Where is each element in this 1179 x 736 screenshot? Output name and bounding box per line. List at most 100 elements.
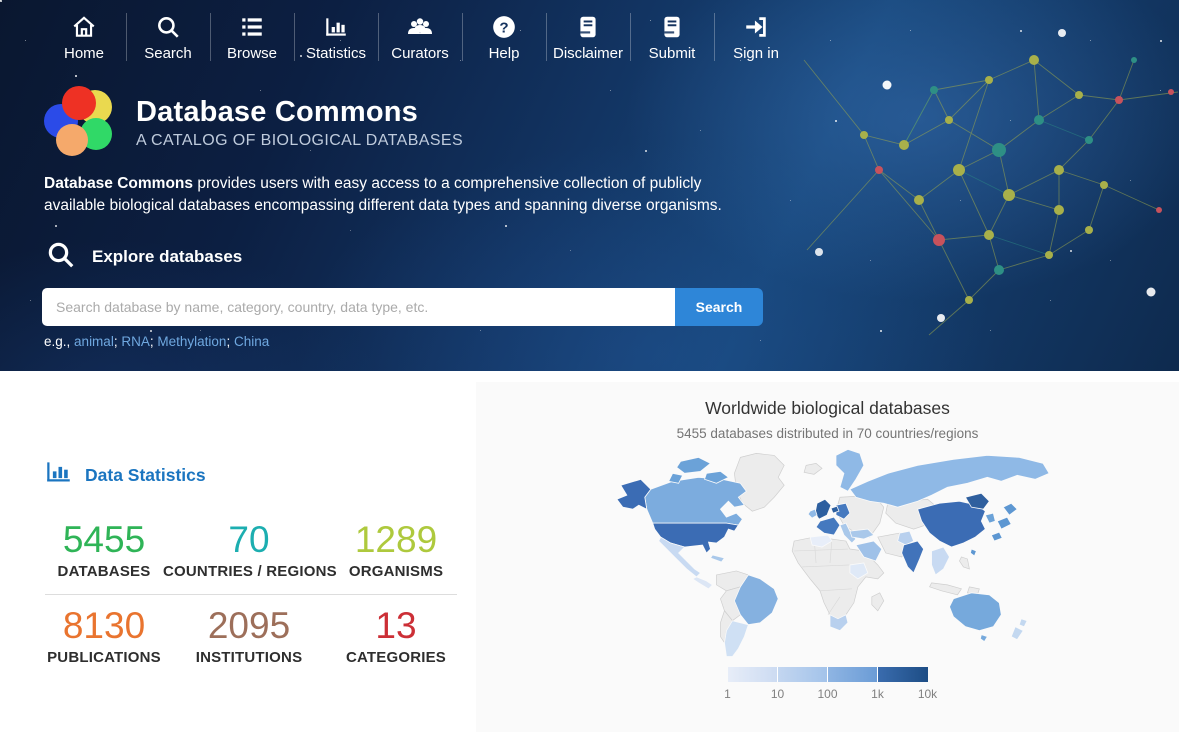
stat-label: DATABASES — [45, 563, 163, 580]
nav-label: Browse — [227, 45, 277, 62]
stat-value: 2095 — [163, 607, 335, 646]
search-input[interactable] — [42, 288, 675, 326]
region-russia — [849, 455, 1048, 507]
data-statistics-section: Data Statistics 5455 DATABASES 70 COUNTR… — [0, 371, 476, 732]
map-subtitle: 5455 databases distributed in 70 countri… — [476, 426, 1179, 441]
nav-label: Submit — [649, 45, 696, 62]
region-france — [816, 517, 840, 535]
nav-label: Home — [64, 45, 104, 62]
bar-chart-icon — [323, 14, 349, 40]
database-commons-logo — [44, 86, 116, 160]
nav-label: Curators — [391, 45, 449, 62]
examples-prefix: e.g., — [44, 334, 70, 349]
journal-icon — [659, 14, 685, 40]
legend-tick: 10k — [918, 687, 937, 701]
nav-item-help[interactable]: ? Help — [462, 10, 546, 70]
example-link-china[interactable]: China — [234, 334, 269, 349]
statistics-icon — [45, 459, 72, 491]
question-circle-icon: ? — [491, 14, 517, 40]
search-bar: Search — [42, 288, 763, 326]
nav-item-statistics[interactable]: Statistics — [294, 10, 378, 70]
explore-heading-row: Explore databases — [46, 240, 1179, 275]
separator: ; — [114, 334, 118, 349]
stats-heading: Data Statistics — [85, 465, 206, 486]
stat-value: 13 — [335, 607, 457, 646]
region-uk — [815, 499, 831, 519]
search-button[interactable]: Search — [675, 288, 763, 326]
example-queries: e.g., animal; RNA; Methylation; China — [44, 334, 1179, 349]
nav-item-submit[interactable]: Submit — [630, 10, 714, 70]
stat-label: COUNTRIES / REGIONS — [163, 563, 335, 580]
stat-organisms: 1289 ORGANISMS — [335, 521, 457, 580]
stat-publications: 8130 PUBLICATIONS — [45, 607, 163, 666]
site-title: Database Commons — [136, 96, 463, 129]
region-canada — [644, 477, 746, 525]
region-alaska — [616, 479, 650, 509]
intro-bold: Database Commons — [44, 175, 193, 192]
journal-icon — [575, 14, 601, 40]
nav-label: Sign in — [733, 45, 779, 62]
nav-label: Statistics — [306, 45, 366, 62]
separator: ; — [226, 334, 230, 349]
nav-item-search[interactable]: Search — [126, 10, 210, 70]
stat-countries: 70 COUNTRIES / REGIONS — [163, 521, 335, 580]
magnifier-icon — [46, 240, 76, 275]
stat-institutions: 2095 INSTITUTIONS — [163, 607, 335, 666]
explore-heading: Explore databases — [92, 247, 242, 267]
map-color-legend — [728, 667, 928, 682]
nav-label: Help — [489, 45, 520, 62]
legend-tick: 1 — [724, 687, 731, 701]
nav-label: Search — [144, 45, 192, 62]
search-icon — [155, 14, 181, 40]
separator: ; — [150, 334, 154, 349]
site-tagline: A CATALOG OF BIOLOGICAL DATABASES — [136, 132, 463, 150]
region-iceland — [804, 463, 822, 474]
stat-databases: 5455 DATABASES — [45, 521, 163, 580]
example-link-methylation[interactable]: Methylation — [157, 334, 226, 349]
stats-grid: 5455 DATABASES 70 COUNTRIES / REGIONS 12… — [45, 521, 457, 666]
map-title: Worldwide biological databases — [476, 382, 1179, 419]
stat-label: ORGANISMS — [335, 563, 457, 580]
main-content: Data Statistics 5455 DATABASES 70 COUNTR… — [0, 371, 1179, 732]
hero-banner: Home Search Browse Statistics Curators ?… — [0, 0, 1179, 371]
stat-value: 1289 — [335, 521, 457, 560]
world-choropleth-map[interactable] — [589, 445, 1067, 660]
region-japan — [991, 503, 1017, 541]
stat-value: 70 — [163, 521, 335, 560]
legend-tick: 1k — [871, 687, 884, 701]
region-southeast-asia — [931, 547, 949, 575]
nav-label: Disclaimer — [553, 45, 623, 62]
people-icon — [406, 14, 434, 40]
intro-text: Database Commons provides users with eas… — [44, 173, 756, 218]
world-map-panel: Worldwide biological databases 5455 data… — [476, 382, 1179, 732]
stat-categories: 13 CATEGORIES — [335, 607, 457, 666]
example-link-rna[interactable]: RNA — [121, 334, 150, 349]
region-cuba — [710, 555, 724, 562]
region-indonesia — [929, 583, 961, 595]
home-icon — [71, 14, 97, 40]
nav-item-sign-in[interactable]: Sign in — [714, 10, 798, 70]
list-icon — [239, 14, 265, 40]
region-usa — [652, 523, 738, 553]
example-link-animal[interactable]: animal — [74, 334, 114, 349]
svg-text:?: ? — [499, 19, 508, 36]
region-taiwan — [970, 549, 976, 556]
region-new-zealand — [1011, 619, 1027, 640]
top-navigation: Home Search Browse Statistics Curators ?… — [42, 0, 1179, 70]
stat-label: PUBLICATIONS — [45, 649, 163, 666]
nav-item-browse[interactable]: Browse — [210, 10, 294, 70]
region-australia — [949, 593, 1001, 642]
region-ireland — [808, 509, 817, 518]
nav-item-disclaimer[interactable]: Disclaimer — [546, 10, 630, 70]
legend-tick-labels: 1 10 100 1k 10k — [728, 687, 928, 703]
nav-item-home[interactable]: Home — [42, 10, 126, 70]
stat-value: 5455 — [45, 521, 163, 560]
region-philippines — [959, 557, 969, 569]
region-central-america — [692, 577, 712, 589]
region-madagascar — [871, 593, 883, 611]
legend-tick: 10 — [771, 687, 784, 701]
brand-header: Database Commons A CATALOG OF BIOLOGICAL… — [44, 86, 1179, 160]
nav-item-curators[interactable]: Curators — [378, 10, 462, 70]
stat-label: CATEGORIES — [335, 649, 457, 666]
stat-label: INSTITUTIONS — [163, 649, 335, 666]
